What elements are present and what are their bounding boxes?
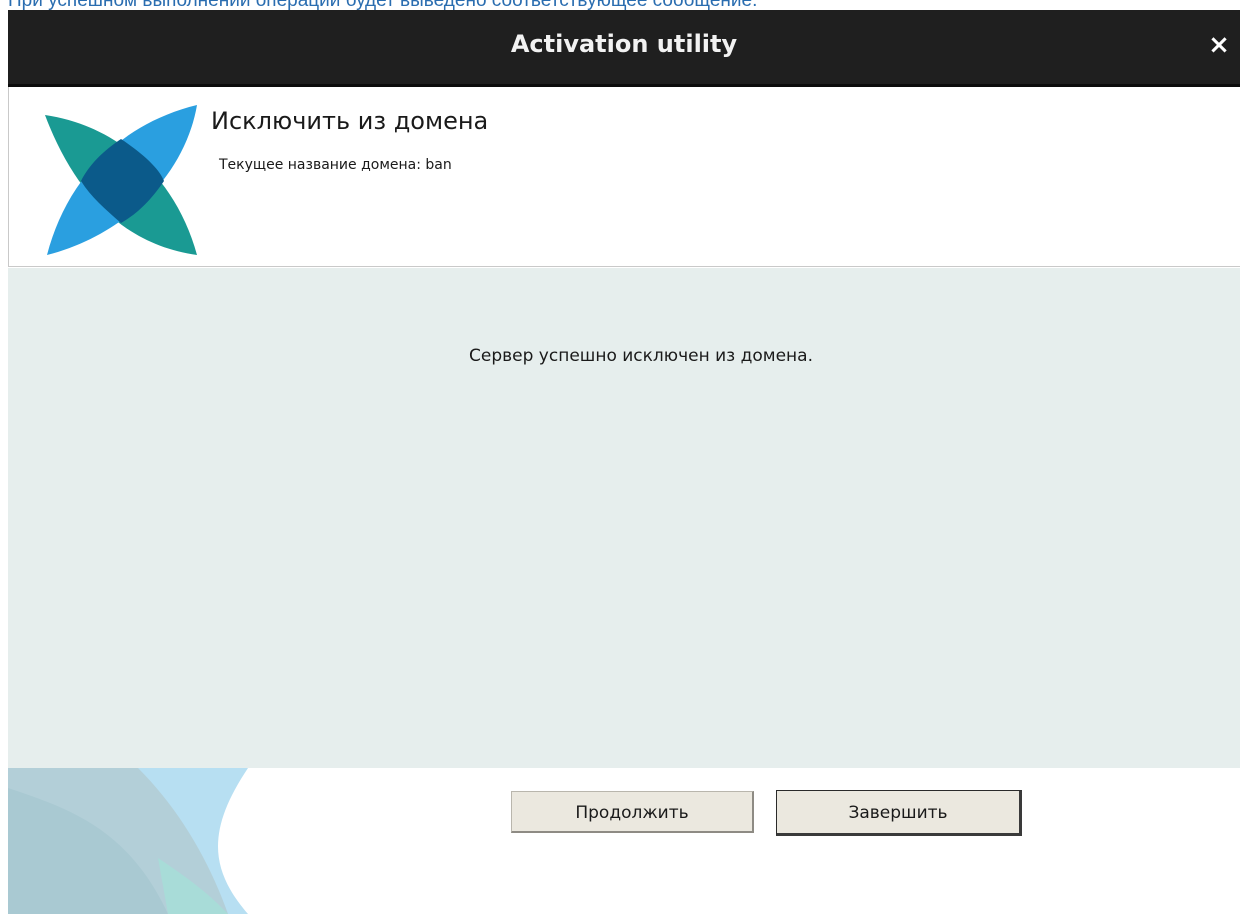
activation-utility-window: Activation utility × Исключить из домена… — [8, 10, 1240, 914]
content-panel: Сервер успешно исключен из домена. — [8, 268, 1240, 768]
page-title: Исключить из домена — [211, 107, 489, 135]
dialog-header: Исключить из домена Текущее название дом… — [8, 87, 1240, 267]
finish-button[interactable]: Завершить — [776, 790, 1022, 836]
window-title: Activation utility — [510, 30, 738, 58]
current-domain-label: Текущее название домена: ban — [219, 157, 452, 173]
window-titlebar: Activation utility × — [8, 10, 1240, 87]
success-message: Сервер успешно исключен из домена. — [469, 346, 813, 366]
continue-button[interactable]: Продолжить — [511, 791, 754, 833]
dialog-footer: Продолжить Завершить — [8, 768, 1240, 914]
app-logo-icon — [45, 105, 197, 255]
footer-decoration-icon — [8, 768, 248, 914]
close-icon[interactable]: × — [1206, 32, 1232, 58]
